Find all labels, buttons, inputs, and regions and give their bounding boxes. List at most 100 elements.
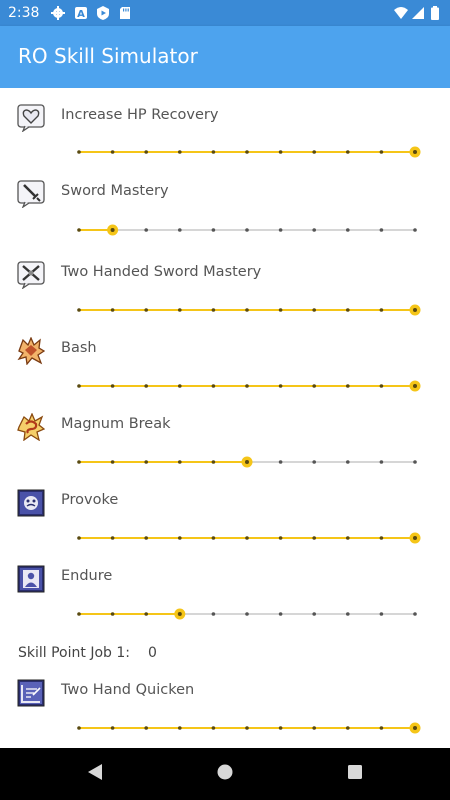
slider-tick [178,726,182,730]
provoke-icon [17,489,45,517]
slider-tick [144,726,148,730]
two-hand-quicken-icon [17,679,45,707]
slider-thumb-center [413,150,417,154]
slider-tick [211,726,216,730]
slider-tick [379,726,384,730]
skill-level-slider[interactable] [77,376,421,396]
status-time: 2:38 [8,5,40,21]
settings-icon [51,6,65,20]
slider-tick [278,726,283,730]
slider-tick [110,308,115,312]
slider-tick [144,384,148,388]
app-bar: RO Skill Simulator [0,26,450,88]
skill-name: Two Handed Sword Mastery [61,264,262,280]
slider-tick [278,308,283,312]
slider-thumb-center [245,460,249,464]
app-title: RO Skill Simulator [18,44,198,68]
skill-level-slider[interactable] [77,452,417,472]
slider-tick [379,612,384,616]
sword-icon [17,180,45,208]
slider-tick [245,726,249,730]
recents-icon[interactable] [346,762,364,782]
skill-level-slider[interactable] [77,528,421,548]
slider-tick [413,612,417,616]
play-protect-icon [97,6,109,20]
skill-level-slider[interactable] [77,220,417,240]
slider-tick [379,536,384,540]
slider-tick [110,536,115,540]
slider-tick [144,536,148,540]
slider-tick [245,228,249,232]
slider-tick [245,612,249,616]
skill-level-slider[interactable] [77,142,421,162]
slider-tick [312,150,316,154]
slider-tick [144,612,148,616]
slider-tick [77,308,81,312]
skill-name: Sword Mastery [61,183,169,199]
slider-tick [278,228,283,232]
slider-tick [178,308,182,312]
slider-tick [312,460,316,464]
slider-tick [312,612,316,616]
slider-tick [211,308,216,312]
slider-tick [379,308,384,312]
slider-tick [211,150,216,154]
slider-tick [110,612,115,616]
skill-level-slider[interactable] [77,604,417,624]
slider-tick [211,228,216,232]
slider-tick [379,460,384,464]
slider-tick [278,460,283,464]
skill-points-label: Skill Point Job 1: [18,645,130,661]
slider-tick [211,612,216,616]
slider-thumb-center [110,228,115,232]
skill-level-slider[interactable] [77,300,421,320]
slider-tick [346,228,350,232]
slider-tick [77,612,81,616]
slider-tick [379,228,384,232]
slider-tick [144,150,148,154]
slider-tick [278,384,283,388]
slider-tick [144,228,148,232]
slider-tick [245,150,249,154]
a-icon: A [75,7,87,20]
slider-tick [278,150,283,154]
skill-list[interactable]: Increase HP Recovery Sword Mastery Two H… [0,88,450,748]
slider-tick [77,384,81,388]
sd-card-icon [120,7,130,19]
back-icon[interactable] [86,762,104,782]
slider-tick [211,384,216,388]
slider-tick [77,460,81,464]
home-icon[interactable] [216,762,234,782]
skill-row-bash: Bash [0,333,450,409]
slider-tick [77,150,81,154]
crossed-swords-icon [17,261,45,289]
slider-tick [312,228,316,232]
skill-level-slider[interactable] [77,718,421,738]
skill-row-endure: Endure [0,561,450,637]
slider-thumb-center [413,726,417,730]
slider-tick [77,726,81,730]
skill-name: Provoke [61,492,119,508]
slider-tick [278,536,283,540]
skill-row-two-handed-sword-mastery: Two Handed Sword Mastery [0,257,450,333]
slider-tick [379,150,384,154]
slider-tick [278,612,283,616]
slider-tick [312,726,316,730]
slider-thumb-center [413,384,417,388]
slider-tick [110,384,115,388]
slider-tick [413,228,417,232]
slider-tick [346,460,350,464]
slider-tick [346,612,350,616]
status-bar: 2:38 A [0,0,450,26]
slider-tick [346,308,350,312]
slider-tick [312,536,316,540]
slider-tick [211,460,216,464]
slider-tick [312,308,316,312]
svg-text:A: A [77,9,85,20]
endure-icon [17,565,45,593]
navigation-bar [0,748,450,800]
slider-tick [413,460,417,464]
skill-row-two-hand-quicken: Two Hand Quicken [0,675,450,748]
skill-points-row: Skill Point Job 1: 0 [18,645,157,661]
slider-tick [346,726,350,730]
